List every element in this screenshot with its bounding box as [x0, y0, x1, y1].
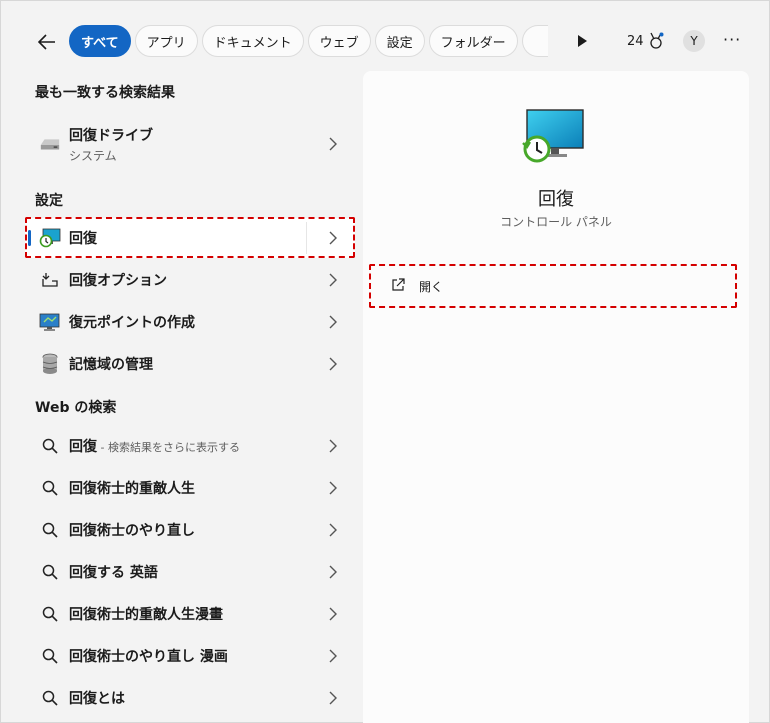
web-item-label: 回復 - 検索結果をさらに表示する [69, 439, 240, 455]
settings-item-restore-point[interactable]: 復元ポイントの作成 [25, 302, 355, 342]
best-match-subtitle: システム [69, 149, 117, 163]
selection-indicator [28, 230, 31, 246]
section-web-search: Web の検索 [35, 400, 117, 416]
web-item-label: 回復とは [69, 691, 125, 707]
row-divider [306, 222, 307, 254]
points-value: 24 [627, 33, 644, 49]
settings-item-recovery-options[interactable]: 回復オプション [25, 260, 355, 300]
storage-icon [39, 353, 61, 375]
web-item[interactable]: 回復術士的重敵人生漫畫 [25, 594, 355, 634]
chevron-right-icon [329, 565, 337, 579]
chevron-right-icon [329, 357, 337, 371]
section-best-match: 最も一致する検索結果 [35, 85, 175, 101]
chevron-right-icon [329, 315, 337, 329]
chevron-right-icon [329, 439, 337, 453]
settings-item-label: 回復オプション [69, 273, 167, 289]
tab-documents[interactable]: ドキュメント [201, 25, 304, 57]
search-icon [39, 519, 61, 541]
chevron-right-icon [329, 273, 337, 287]
web-item-label: 回復術士のやり直し [69, 523, 195, 539]
search-icon [39, 687, 61, 709]
tab-apps[interactable]: アプリ [134, 25, 198, 57]
best-match-item[interactable]: 回復ドライブ システム [25, 119, 355, 169]
search-icon [39, 645, 61, 667]
web-item[interactable]: 回復術士的重敵人生 [25, 468, 355, 508]
open-external-icon [392, 278, 405, 291]
chevron-right-icon [329, 607, 337, 621]
web-item-label: 回復術士のやり直し 漫画 [69, 649, 228, 665]
recovery-large-icon [521, 109, 585, 165]
tab-more-hidden[interactable] [521, 25, 548, 57]
web-item-label: 回復術士的重敵人生 [69, 481, 195, 497]
open-label: 開く [419, 279, 444, 294]
web-item[interactable]: 回復する 英語 [25, 552, 355, 592]
search-icon [39, 603, 61, 625]
web-item-label: 回復する 英語 [69, 565, 158, 581]
section-settings: 設定 [35, 193, 63, 209]
detail-subtitle: コントロール パネル [500, 215, 612, 229]
filter-tabs: すべて アプリ ドキュメント ウェブ 設定 フォルダー [69, 25, 548, 57]
web-item[interactable]: 回復とは [25, 678, 355, 718]
web-item-suffix: - 検索結果をさらに表示する [97, 441, 240, 454]
settings-item-label: 回復 [69, 231, 97, 247]
medal-icon [649, 32, 664, 49]
settings-item-label: 記憶域の管理 [69, 357, 153, 373]
chevron-right-icon [329, 137, 337, 151]
back-arrow-icon [38, 34, 55, 50]
avatar[interactable]: Y [683, 30, 705, 52]
chevron-right-icon [329, 649, 337, 663]
scroll-tabs-button[interactable] [573, 32, 591, 50]
tab-web[interactable]: ウェブ [307, 25, 371, 57]
detail-title: 回復 [538, 189, 574, 210]
web-item[interactable]: 回復術士のやり直し [25, 510, 355, 550]
chevron-right-icon [329, 523, 337, 537]
drive-icon [39, 133, 61, 155]
open-button[interactable]: 開く [373, 269, 733, 303]
settings-item-storage[interactable]: 記憶域の管理 [25, 344, 355, 384]
web-item-label: 回復術士的重敵人生漫畫 [69, 607, 223, 623]
chevron-right-icon[interactable] [329, 231, 337, 245]
settings-item-recovery[interactable]: 回復 [25, 218, 355, 258]
search-window: すべて アプリ ドキュメント ウェブ 設定 フォルダー 24 Y ··· 最も一… [0, 0, 770, 723]
settings-item-label: 復元ポイントの作成 [69, 315, 195, 331]
web-item[interactable]: 回復術士のやり直し 漫画 [25, 636, 355, 676]
system-protection-icon [39, 311, 61, 333]
tab-settings[interactable]: 設定 [374, 25, 425, 57]
tab-all[interactable]: すべて [69, 25, 131, 57]
search-header: すべて アプリ ドキュメント ウェブ 設定 フォルダー 24 Y ··· [1, 1, 770, 71]
detail-panel: 回復 コントロール パネル 開く [363, 71, 749, 723]
best-match-title: 回復ドライブ [69, 128, 153, 144]
recovery-icon [39, 227, 61, 249]
tab-folders[interactable]: フォルダー [428, 25, 518, 57]
chevron-right-icon [329, 691, 337, 705]
search-icon [39, 477, 61, 499]
recovery-options-icon [39, 269, 61, 291]
web-item[interactable]: 回復 - 検索結果をさらに表示する [25, 426, 355, 466]
chevron-right-icon [329, 481, 337, 495]
search-icon [39, 561, 61, 583]
play-icon [578, 35, 587, 47]
more-options-button[interactable]: ··· [723, 30, 741, 49]
back-button[interactable] [33, 28, 61, 56]
search-icon [39, 435, 61, 457]
rewards-points[interactable]: 24 [627, 32, 664, 50]
